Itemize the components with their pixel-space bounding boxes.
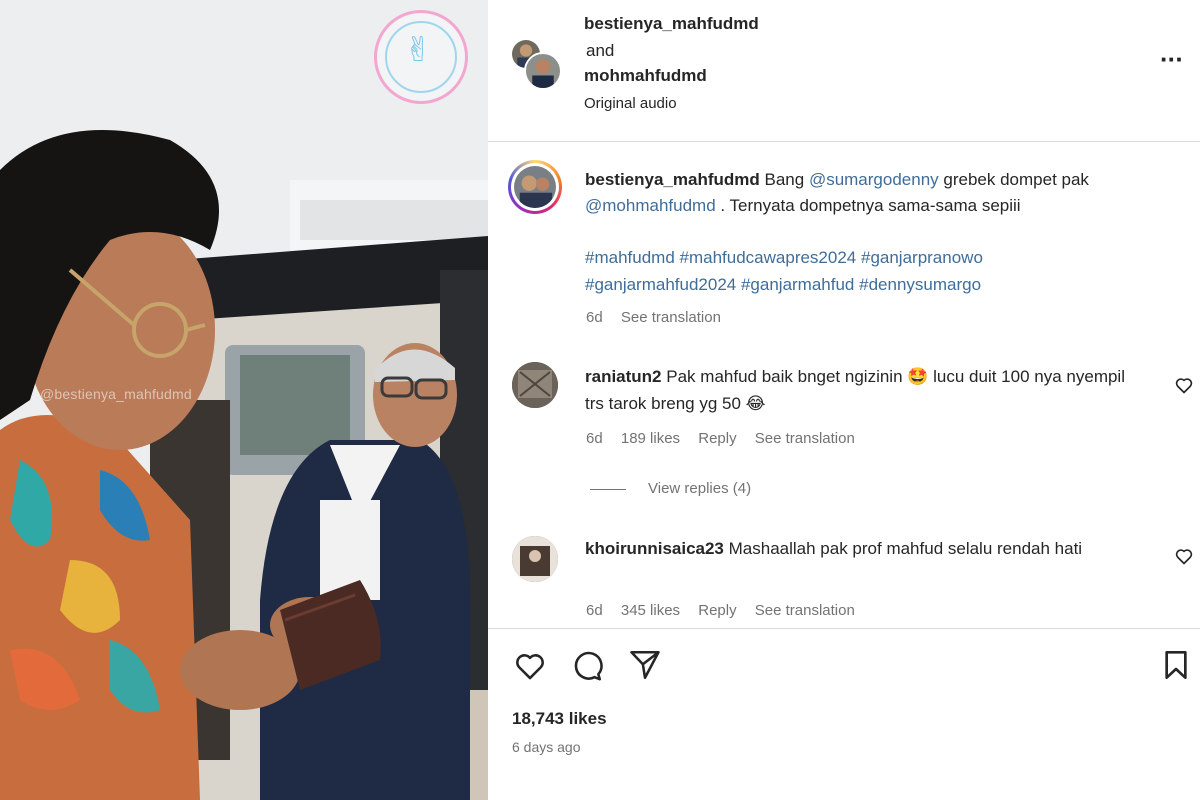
caption-username[interactable]: bestienya_mahfudmd bbox=[585, 170, 760, 189]
comment: raniatun2 Pak mahfud baik bnget ngizinin… bbox=[585, 363, 1145, 417]
collab-username-1[interactable]: bestienya_mahfudmd bbox=[584, 14, 759, 34]
mention-link[interactable]: @sumargodenny bbox=[809, 170, 939, 189]
comment-bubble-icon[interactable] bbox=[570, 648, 604, 682]
post-date: 6 days ago bbox=[512, 739, 581, 755]
post-panel: bestienya_mahfudmd and mohmahfudmd Origi… bbox=[488, 0, 1200, 800]
comment-meta: 6d 189 likes Reply See translation bbox=[586, 430, 869, 447]
comment-username[interactable]: khoirunnisaica23 bbox=[585, 539, 724, 558]
caption-age: 6d bbox=[586, 309, 603, 326]
hashtag-link[interactable]: #dennysumargo bbox=[859, 275, 981, 294]
hashtag-link[interactable]: #ganjarmahfud bbox=[741, 275, 854, 294]
more-options-icon[interactable]: ··· bbox=[1160, 46, 1184, 72]
comment-likes[interactable]: 345 likes bbox=[621, 602, 680, 619]
divider bbox=[488, 628, 1200, 629]
comment-meta: 6d 345 likes Reply See translation bbox=[586, 602, 869, 619]
see-translation-link[interactable]: See translation bbox=[755, 602, 855, 619]
like-heart-icon[interactable] bbox=[512, 649, 548, 683]
like-comment-heart-icon[interactable] bbox=[1174, 375, 1194, 395]
reply-button[interactable]: Reply bbox=[698, 602, 736, 619]
view-replies-button[interactable]: View replies (4) bbox=[590, 480, 751, 497]
three-fingers-hand-icon: ✌ bbox=[404, 31, 433, 69]
divider bbox=[488, 141, 1200, 142]
comment-avatar[interactable] bbox=[512, 536, 558, 582]
reel-video[interactable]: @bestienya_mahfudmd ✌ bbox=[0, 0, 488, 800]
avatar[interactable] bbox=[524, 52, 562, 90]
comment-age: 6d bbox=[586, 430, 603, 447]
see-translation-link[interactable]: See translation bbox=[755, 430, 855, 447]
hashtag-link[interactable]: #mahfudcawapres2024 bbox=[680, 248, 857, 267]
comment-likes[interactable]: 189 likes bbox=[621, 430, 680, 447]
comment-avatar[interactable] bbox=[512, 362, 558, 408]
see-translation-link[interactable]: See translation bbox=[621, 309, 721, 326]
caption-text: Bang bbox=[764, 170, 805, 189]
share-paper-plane-icon[interactable] bbox=[628, 648, 662, 682]
hashtag-link[interactable]: #ganjarmahfud2024 bbox=[585, 275, 736, 294]
comment: khoirunnisaica23 Mashaallah pak prof mah… bbox=[585, 535, 1145, 562]
collab-conjunction: and bbox=[586, 41, 615, 60]
comment-text: Pak mahfud baik bnget ngizinin 🤩 lucu du… bbox=[585, 367, 1125, 413]
caption-text: grebek dompet pak bbox=[943, 170, 1089, 189]
collab-avatars[interactable] bbox=[510, 38, 562, 90]
comment-age: 6d bbox=[586, 602, 603, 619]
comment-username[interactable]: raniatun2 bbox=[585, 367, 662, 386]
hashtag-link[interactable]: #ganjarpranowo bbox=[861, 248, 983, 267]
mention-link[interactable]: @mohmahfudmd bbox=[585, 196, 716, 215]
caption-text: . Ternyata dompetnya sama-sama sepiii bbox=[720, 196, 1021, 215]
hashtag-list: #mahfudmd #mahfudcawapres2024 #ganjarpra… bbox=[585, 244, 1175, 298]
hashtag-link[interactable]: #mahfudmd bbox=[585, 248, 675, 267]
save-bookmark-icon[interactable] bbox=[1160, 648, 1192, 682]
caption-avatar[interactable] bbox=[508, 160, 562, 214]
view-replies-label: View replies (4) bbox=[648, 480, 752, 497]
caption-meta: 6d See translation bbox=[586, 309, 735, 326]
caption: bestienya_mahfudmd Bang @sumargodenny gr… bbox=[585, 167, 1175, 219]
replies-line bbox=[590, 488, 626, 490]
collab-username-2[interactable]: mohmahfudmd bbox=[584, 66, 707, 86]
video-watermark: @bestienya_mahfudmd bbox=[40, 386, 192, 402]
comment-text: Mashaallah pak prof mahfud selalu rendah… bbox=[728, 539, 1083, 558]
channel-logo: ✌ bbox=[374, 10, 468, 104]
post-likes-count[interactable]: 18,743 likes bbox=[512, 709, 607, 729]
reply-button[interactable]: Reply bbox=[698, 430, 736, 447]
like-comment-heart-icon[interactable] bbox=[1174, 546, 1194, 566]
audio-link[interactable]: Original audio bbox=[584, 95, 677, 112]
